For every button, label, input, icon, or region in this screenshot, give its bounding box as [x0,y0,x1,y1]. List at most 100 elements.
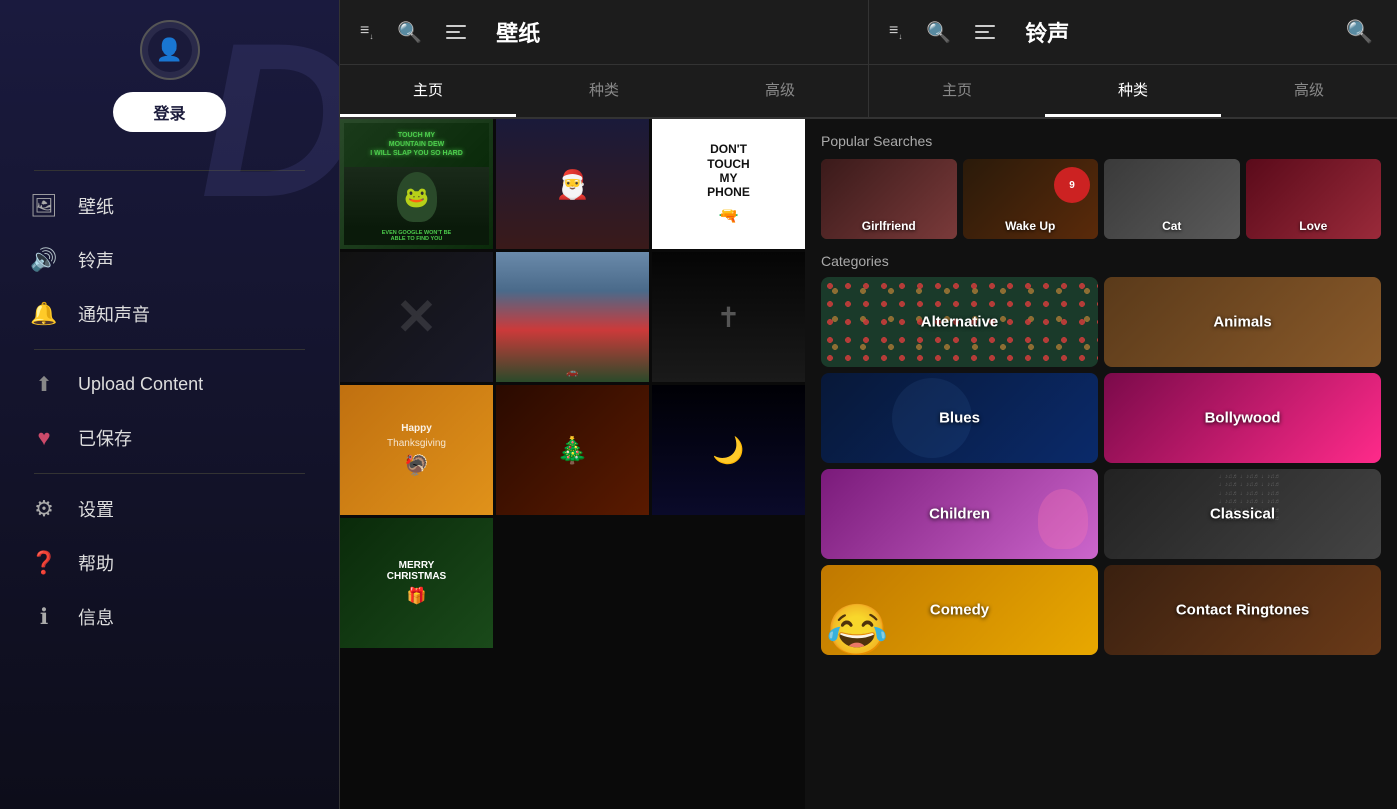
category-item-alternative[interactable]: Alternative [821,277,1098,367]
topbar-ringtone: ≡↓ 🔍 铃声 🔍 [869,0,1397,64]
categories-grid-section: Categories Alternative Animals [805,247,1397,809]
sidebar-label-settings: 设置 [78,496,114,522]
category-item-classical[interactable]: ♩♪♫♬ ♩♪♫♬ ♩♪♫♬ ♩♪♫♬ ♩♪♫♬ ♩♪♫♬ ♩♪♫♬ ♩♪♫♬ … [1104,469,1381,559]
sidebar-item-upload[interactable]: ⬆ Upload Content [0,358,339,411]
tab-ringtone-advanced[interactable]: 高级 [1221,65,1397,117]
search-thumb-love-label: Love [1299,219,1327,233]
sidebar-label-ringtone: 铃声 [78,247,114,273]
ringtone-tabs: 主页 种类 高级 [869,65,1397,117]
category-label-comedy: Comedy [821,602,1098,619]
wallpaper-thumb-1: TOUCH MYMOUNTAIN DEWI WILL SLAP YOU SO H… [340,119,493,249]
tab-wallpaper-home[interactable]: 主页 [340,65,516,117]
search-thumb-cat[interactable]: Cat [1104,159,1240,239]
topbar-wallpaper: ≡↓ 🔍 壁纸 [340,0,869,64]
sidebar-item-help[interactable]: ❓ 帮助 [0,536,339,590]
wallpaper-item-1[interactable]: TOUCH MYMOUNTAIN DEWI WILL SLAP YOU SO H… [340,119,493,249]
category-label-bollywood: Bollywood [1104,410,1381,427]
category-label-blues: Blues [821,410,1098,427]
sidebar-label-notification: 通知声音 [78,301,150,327]
popular-searches: Popular Searches Girlfriend 9 Wake Up [805,119,1397,247]
avatar: 👤 [140,20,200,80]
sort-icon-ringtone[interactable]: ≡↓ [879,22,912,41]
category-item-children[interactable]: Children [821,469,1098,559]
wallpaper-title: 壁纸 [476,16,560,48]
search-thumb-girlfriend[interactable]: Girlfriend [821,159,957,239]
wallpaper-item-5[interactable]: 🚗 [496,252,649,382]
sidebar-item-settings[interactable]: ⚙ 设置 [0,482,339,536]
search-thumb-girlfriend-label: Girlfriend [862,219,916,233]
x-logo-icon: ✕ [396,288,438,346]
search-thumb-wakeup-label: Wake Up [1005,219,1055,233]
search-icon-ringtone[interactable]: 🔍 [912,20,965,45]
heart-icon: ♥ [30,425,58,451]
menu-icon-wallpaper[interactable] [436,25,476,39]
category-item-contact-ringtones[interactable]: Contact Ringtones [1104,565,1381,655]
wallpaper-item-10[interactable]: MERRYCHRISTMAS 🎁 [340,518,493,648]
search-thumb-cat-label: Cat [1162,219,1181,233]
wallpaper-tabs: 主页 种类 高级 [340,65,869,117]
sort-icon-wallpaper[interactable]: ≡↓ [350,22,383,41]
wallpaper-thumb-3: DON'TTOUCHMYPHONE 🔫 [652,119,805,249]
sidebar-item-saved[interactable]: ♥ 已保存 [0,411,339,465]
wallpaper-item-7[interactable]: Happy Thanksgiving 🦃 [340,385,493,515]
search-thumb-love-inner: Love [1246,159,1382,239]
tab-ringtone-category[interactable]: 种类 [1045,65,1221,117]
categories-grid: Alternative Animals Blues [821,277,1381,655]
ringtones-section: Popular Searches Girlfriend 9 Wake Up [805,119,1397,809]
main-content: ≡↓ 🔍 壁纸 ≡↓ 🔍 铃声 🔍 主页 种类 高级 主页 [340,0,1397,809]
info-icon: ℹ [30,604,58,630]
sidebar-divider-1 [34,170,305,171]
gear-icon: ⚙ [30,496,58,522]
tab-wallpaper-category[interactable]: 种类 [516,65,692,117]
category-item-blues[interactable]: Blues [821,373,1098,463]
search-thumb-love[interactable]: Love [1246,159,1382,239]
sidebar-label-help: 帮助 [78,550,114,576]
search-icon-right[interactable]: 🔍 [1332,19,1387,45]
category-item-animals[interactable]: Animals [1104,277,1381,367]
popular-searches-title: Popular Searches [821,133,1381,149]
search-thumbnails: Girlfriend 9 Wake Up Cat [821,159,1381,239]
ringtone-title: 铃声 [1005,16,1089,48]
search-thumb-wakeup[interactable]: 9 Wake Up [963,159,1099,239]
sidebar-label-saved: 已保存 [78,425,132,451]
sidebar-label-wallpaper: 壁纸 [78,193,114,219]
wallpaper-item-3[interactable]: DON'TTOUCHMYPHONE 🔫 [652,119,805,249]
category-item-bollywood[interactable]: Bollywood [1104,373,1381,463]
login-button[interactable]: 登录 [113,92,225,132]
help-icon: ❓ [30,550,58,576]
tab-ringtone-home[interactable]: 主页 [869,65,1045,117]
search-thumb-girlfriend-inner: Girlfriend [821,159,957,239]
wallpaper-item-4[interactable]: ✕ [340,252,493,382]
sidebar-divider-3 [34,473,305,474]
image-icon: 🖼 [30,193,58,219]
sidebar-item-info[interactable]: ℹ 信息 [0,590,339,644]
upload-icon: ⬆ [30,372,58,397]
category-label-alternative: Alternative [821,314,1098,331]
sidebar-divider-2 [34,349,305,350]
sidebar-item-notification[interactable]: 🔔 通知声音 [0,287,339,341]
sidebar-label-upload: Upload Content [78,374,203,395]
category-item-comedy[interactable]: 😂 Comedy [821,565,1098,655]
menu-icon-ringtone[interactable] [965,25,1005,39]
wallpaper-item-2[interactable]: 🎅 [496,119,649,249]
categories-title: Categories [821,253,1381,269]
avatar-face: 👤 [148,28,192,72]
category-label-contact-ringtones: Contact Ringtones [1104,602,1381,619]
search-icon-wallpaper[interactable]: 🔍 [383,20,436,45]
category-label-animals: Animals [1104,314,1381,331]
bell-icon: 🔔 [30,301,58,327]
tabs-bar: 主页 种类 高级 主页 种类 高级 [340,65,1397,119]
sidebar-label-info: 信息 [78,604,114,630]
wallpaper-item-9[interactable]: 🌙 [652,385,805,515]
tab-wallpaper-advanced[interactable]: 高级 [692,65,868,117]
search-thumb-wakeup-inner: 9 Wake Up [963,159,1099,239]
category-label-children: Children [821,506,1098,523]
top-bar: ≡↓ 🔍 壁纸 ≡↓ 🔍 铃声 🔍 [340,0,1397,65]
sidebar: D 👤 登录 🖼 壁纸 🔊 铃声 🔔 通知声音 ⬆ Upload Content… [0,0,340,809]
wallpaper-item-6[interactable]: ✝ [652,252,805,382]
wallpaper-item-8[interactable]: 🎄 [496,385,649,515]
search-thumb-cat-inner: Cat [1104,159,1240,239]
sidebar-item-ringtone[interactable]: 🔊 铃声 [0,233,339,287]
sidebar-item-wallpaper[interactable]: 🖼 壁纸 [0,179,339,233]
category-label-classical: Classical [1104,506,1381,523]
